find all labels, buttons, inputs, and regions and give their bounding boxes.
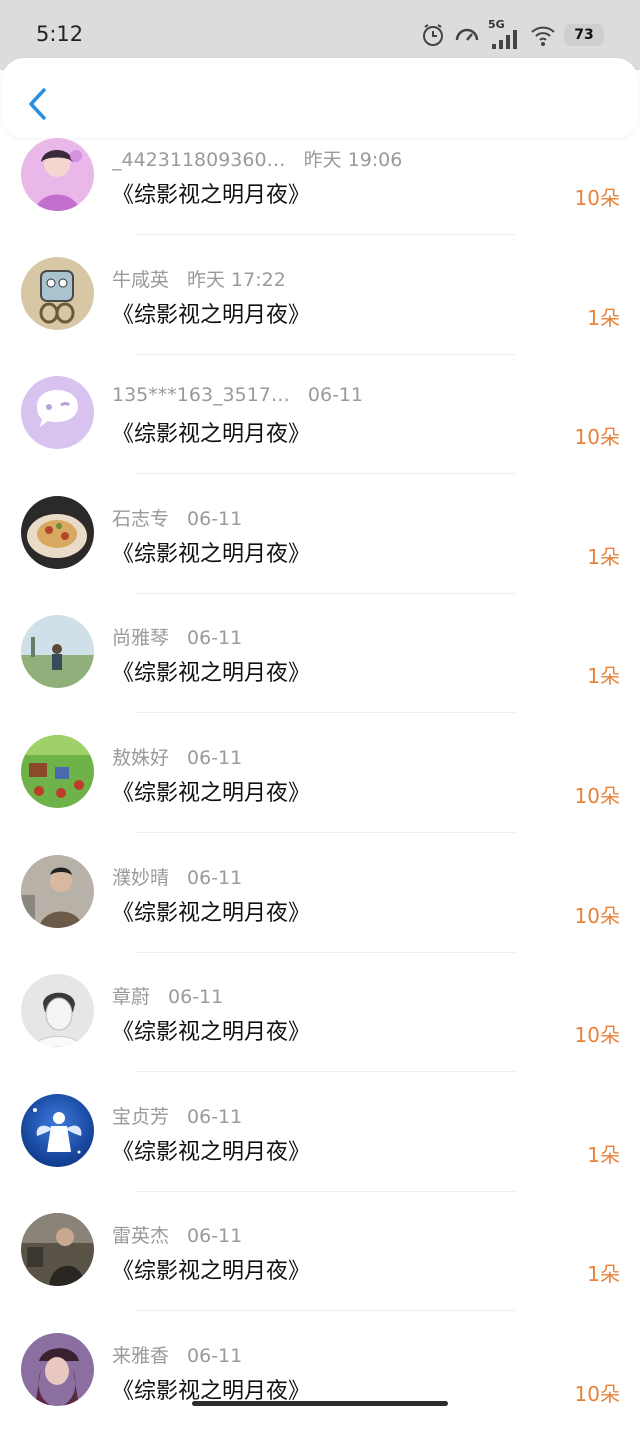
flower-count: 1朵 — [587, 544, 620, 569]
timestamp: 06-11 — [187, 507, 243, 530]
speed-icon — [455, 28, 479, 41]
timestamp: 昨天 19:06 — [303, 149, 403, 171]
avatar[interactable] — [21, 256, 94, 330]
row-divider — [135, 473, 515, 475]
item-meta: 雷英杰 06-11 — [112, 1221, 242, 1248]
item-meta: 牛咸英 昨天 17:22 — [112, 265, 286, 292]
row-divider — [135, 1190, 515, 1192]
timestamp: 06-11 — [168, 986, 224, 1009]
avatar[interactable] — [21, 1213, 94, 1287]
user-name[interactable]: 濮妙晴 — [112, 867, 169, 889]
list-item[interactable]: 尚雅琴 06-11 《综影视之明月夜》 1朵 — [0, 598, 640, 718]
item-meta: _442311809360… 昨天 19:06 — [112, 145, 402, 172]
wifi-icon — [531, 26, 555, 46]
row-divider — [135, 592, 515, 594]
home-indicator[interactable] — [192, 1401, 448, 1406]
row-divider — [135, 712, 515, 714]
book-title[interactable]: 《综影视之明月夜》 — [112, 895, 310, 927]
book-title[interactable]: 《综影视之明月夜》 — [112, 1014, 310, 1046]
book-title[interactable]: 《综影视之明月夜》 — [112, 297, 310, 329]
flower-count: 10朵 — [574, 425, 620, 450]
back-button[interactable] — [24, 86, 50, 122]
flower-count: 10朵 — [574, 186, 620, 210]
flower-count: 10朵 — [574, 903, 620, 928]
row-divider — [135, 832, 515, 833]
alarm-icon — [423, 24, 443, 46]
list-item[interactable]: 135***163_3517… 06-11 《综影视之明月夜》 10朵 — [0, 359, 640, 479]
status-icons: 5G 73 — [420, 18, 604, 52]
row-divider — [135, 353, 515, 355]
row-divider — [135, 1310, 515, 1312]
list-item[interactable]: 牛咸英 昨天 17:22 《综影视之明月夜》 1朵 — [0, 240, 640, 360]
user-name[interactable]: 章蔚 — [112, 986, 150, 1008]
user-name[interactable]: 135***163_3517… — [112, 384, 290, 406]
book-title[interactable]: 《综影视之明月夜》 — [112, 655, 310, 687]
row-divider — [135, 951, 515, 953]
timestamp: 06-11 — [187, 1345, 243, 1367]
timestamp: 06-11 — [187, 1225, 243, 1248]
timestamp: 06-11 — [307, 384, 364, 407]
avatar[interactable] — [21, 138, 94, 211]
flower-count: 1朵 — [587, 1262, 620, 1287]
list-item[interactable]: 来雅香 06-11 《综影视之明月夜》 10朵 — [0, 1316, 640, 1436]
avatar[interactable] — [21, 854, 94, 928]
item-meta: 敖姝好 06-11 — [112, 743, 242, 770]
list-item[interactable]: 石志专 06-11 《综影视之明月夜》 1朵 — [0, 479, 640, 599]
list-item[interactable]: 雷英杰 06-11 《综影视之明月夜》 1朵 — [0, 1196, 640, 1316]
user-name[interactable]: 敖姝好 — [112, 747, 169, 769]
book-title[interactable]: 《综影视之明月夜》 — [112, 1134, 310, 1166]
item-meta: 章蔚 06-11 — [112, 982, 223, 1009]
user-name[interactable]: 来雅香 — [112, 1345, 169, 1367]
flower-count: 10朵 — [574, 1382, 620, 1406]
item-meta: 濮妙晴 06-11 — [112, 863, 242, 890]
status-time: 5:12 — [36, 22, 84, 46]
avatar[interactable] — [21, 376, 94, 450]
avatar[interactable] — [21, 735, 94, 808]
item-meta: 宝贞芳 06-11 — [112, 1102, 242, 1129]
item-meta: 来雅香 06-11 — [112, 1341, 242, 1368]
avatar[interactable] — [21, 615, 94, 689]
user-name[interactable]: 牛咸英 — [112, 269, 169, 291]
flower-count: 1朵 — [587, 664, 620, 689]
signal-5g: 5G — [488, 18, 522, 50]
flower-count: 10朵 — [574, 784, 620, 808]
user-name[interactable]: 石志专 — [112, 508, 169, 530]
list-item[interactable]: 宝贞芳 06-11 《综影视之明月夜》 1朵 — [0, 1077, 640, 1197]
timestamp: 06-11 — [187, 747, 243, 769]
timestamp: 06-11 — [187, 1105, 243, 1128]
row-divider — [135, 234, 515, 235]
user-name[interactable]: 尚雅琴 — [112, 627, 169, 649]
avatar[interactable] — [21, 495, 94, 569]
book-title[interactable]: 《综影视之明月夜》 — [112, 177, 310, 209]
list-item[interactable]: 章蔚 06-11 《综影视之明月夜》 10朵 — [0, 957, 640, 1077]
book-title[interactable]: 《综影视之明月夜》 — [112, 775, 310, 807]
list-item[interactable]: 敖姝好 06-11 《综影视之明月夜》 10朵 — [0, 718, 640, 838]
flower-count: 1朵 — [587, 1142, 620, 1167]
timestamp: 06-11 — [187, 627, 243, 650]
row-divider — [135, 1071, 515, 1073]
flower-count: 10朵 — [574, 1023, 620, 1048]
avatar[interactable] — [21, 974, 94, 1048]
signal-bars-icon — [492, 30, 517, 49]
item-meta: 尚雅琴 06-11 — [112, 623, 242, 650]
flower-count: 1朵 — [587, 305, 620, 330]
user-name[interactable]: 宝贞芳 — [112, 1106, 169, 1128]
book-title[interactable]: 《综影视之明月夜》 — [112, 416, 310, 448]
list-item[interactable]: _442311809360… 昨天 19:06 《综影视之明月夜》 10朵 — [0, 120, 640, 240]
timestamp: 昨天 17:22 — [187, 268, 286, 291]
user-name[interactable]: _442311809360… — [112, 149, 286, 171]
item-meta: 石志专 06-11 — [112, 504, 242, 531]
timestamp: 06-11 — [187, 866, 243, 889]
avatar[interactable] — [21, 1333, 94, 1406]
list-item[interactable]: 濮妙晴 06-11 《综影视之明月夜》 10朵 — [0, 838, 640, 958]
book-title[interactable]: 《综影视之明月夜》 — [112, 536, 310, 568]
user-name[interactable]: 雷英杰 — [112, 1225, 169, 1247]
avatar[interactable] — [21, 1093, 94, 1167]
book-title[interactable]: 《综影视之明月夜》 — [112, 1253, 310, 1285]
item-meta: 135***163_3517… 06-11 — [112, 384, 363, 406]
battery-indicator: 73 — [564, 24, 604, 46]
